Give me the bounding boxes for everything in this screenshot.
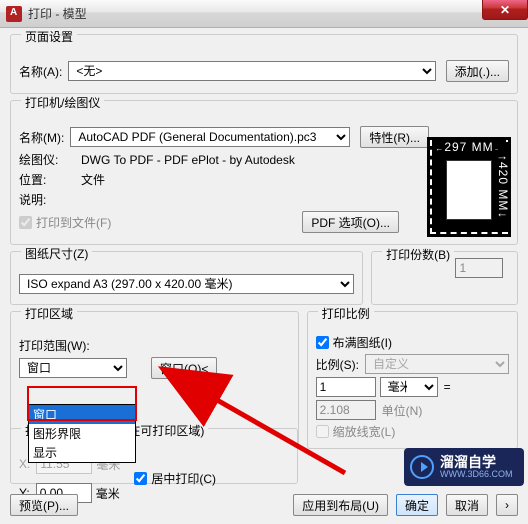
add-page-setup-button[interactable]: 添加(.)... [446,60,509,82]
preview-height-label: 420 MM [496,162,510,211]
copies-input[interactable] [455,258,503,278]
copies-legend: 打印份数(B) [382,246,454,263]
print-area-legend: 打印区域 [21,305,77,322]
watermark-badge: 溜溜自学 WWW.3D66.COM [404,448,524,486]
pdf-options-button[interactable]: PDF 选项(O)... [302,211,399,233]
scale-lineweight-label: 缩放线宽(L) [333,423,396,440]
printer-name-label: 名称(M): [19,129,64,146]
printer-group: 打印机/绘图仪 名称(M): AutoCAD PDF (General Docu… [10,100,518,245]
scale-lineweight-checkbox[interactable]: 缩放线宽(L) [316,423,509,440]
print-scope-dropdown-list[interactable]: 窗口 图形界限 显示 [28,404,136,463]
app-icon [6,6,22,22]
print-scope-select[interactable]: 窗口 [19,358,127,378]
watermark-text: 溜溜自学 [440,455,513,469]
paper-size-legend: 图纸尺寸(Z) [21,245,92,262]
scale-num1-input[interactable] [316,377,376,397]
print-scope-label: 打印范围(W): [19,337,90,354]
cancel-button[interactable]: 取消 [446,494,488,516]
where-value: 文件 [81,171,105,188]
scale-ratio-label: 比例(S): [316,356,359,373]
dropdown-option-limits[interactable]: 图形界限 [29,424,135,443]
scale-unit-select[interactable]: 毫米 [380,377,438,397]
equals-label: = [444,380,451,394]
plotter-label: 绘图仪: [19,151,75,168]
scale-ratio-select[interactable]: 自定义 [365,354,509,374]
watermark-sub: WWW.3D66.COM [440,469,513,479]
desc-label: 说明: [19,191,75,208]
page-setup-legend: 页面设置 [21,28,77,45]
fit-to-paper-label: 布满图纸(I) [333,334,392,351]
plotter-value: DWG To PDF - PDF ePlot - by Autodesk [81,153,295,167]
paper-size-select[interactable]: ISO expand A3 (297.00 x 420.00 毫米) [19,274,354,294]
dropdown-option-display[interactable]: 显示 [29,443,135,462]
printer-name-select[interactable]: AutoCAD PDF (General Documentation).pc3 [70,127,350,147]
dropdown-option-window[interactable]: 窗口 [29,405,135,424]
page-setup-name-select[interactable]: <无> [68,61,435,81]
center-plot-checkbox[interactable]: 居中打印(C) [134,470,216,487]
printer-legend: 打印机/绘图仪 [21,94,104,111]
apply-layout-button[interactable]: 应用到布局(U) [293,494,388,516]
where-label: 位置: [19,171,75,188]
print-scale-group: 打印比例 布满图纸(I) 比例(S): 自定义 毫米 = 单位(N) [307,311,518,449]
expand-button[interactable]: › [496,494,518,516]
printer-properties-button[interactable]: 特性(R)... [360,126,429,148]
scale-num2-input[interactable] [316,400,376,420]
copies-group: 打印份数(B) [371,251,518,305]
paper-preview: ←297 MM→ ↑420 MM↓ [427,137,511,237]
page-setup-group: 页面设置 名称(A): <无> 添加(.)... [10,34,518,94]
center-plot-label: 居中打印(C) [151,470,216,487]
preview-width-label: 297 MM [444,140,493,154]
chevron-right-icon: › [505,498,509,512]
close-icon: ✕ [500,3,510,17]
scale-unit2-label: 单位(N) [382,402,423,419]
window-pick-button[interactable]: 窗口(O)< [151,357,217,379]
print-to-file-checkbox[interactable]: 打印到文件(F) [19,214,111,231]
fit-to-paper-checkbox[interactable]: 布满图纸(I) [316,334,509,351]
paper-size-group: 图纸尺寸(Z) ISO expand A3 (297.00 x 420.00 毫… [10,251,363,305]
page-setup-name-label: 名称(A): [19,63,62,80]
close-button[interactable]: ✕ [482,0,528,20]
print-scale-legend: 打印比例 [318,305,374,322]
ok-button[interactable]: 确定 [396,494,438,516]
print-to-file-label: 打印到文件(F) [36,214,111,231]
play-icon [410,455,434,479]
window-title: 打印 - 模型 [28,5,87,22]
preview-button[interactable]: 预览(P)... [10,494,78,516]
